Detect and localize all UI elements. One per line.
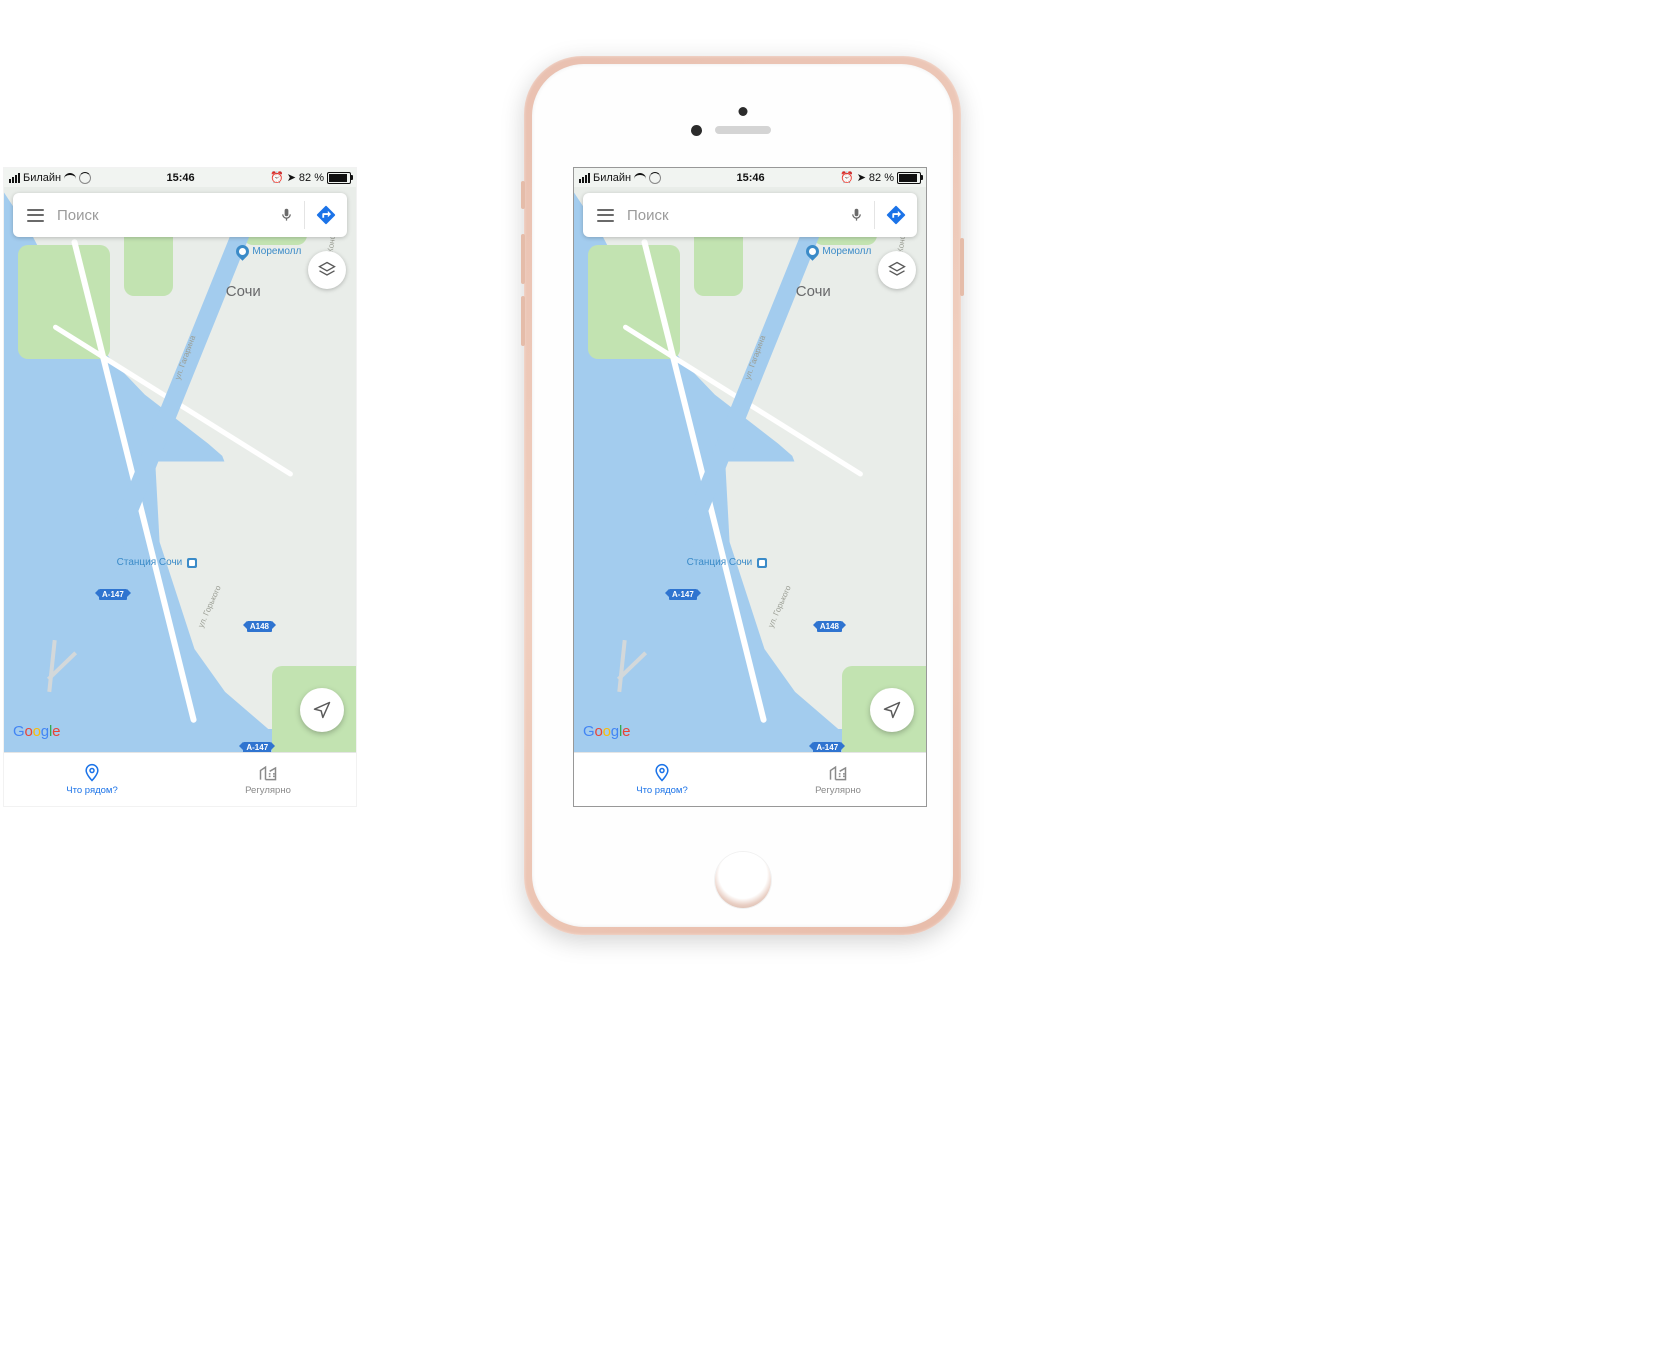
device-mockup: Сочи Моремолл Станция Сочи А-147 А148 А-…: [524, 56, 961, 935]
tab-commute-label: Регулярно: [245, 785, 291, 796]
road-shield-a147: А-147: [669, 589, 697, 600]
poi-mall-label: Моремолл: [822, 246, 871, 257]
device-camera: [738, 107, 747, 116]
tab-explore[interactable]: Что рядом?: [574, 753, 750, 806]
tab-explore-label: Что рядом?: [66, 785, 117, 796]
search-input[interactable]: Поиск: [627, 207, 838, 224]
wifi-icon: [634, 173, 646, 182]
device-screen: Сочи Моремолл Станция Сочи А-147 А148 А-…: [574, 168, 926, 806]
directions-button[interactable]: [875, 204, 917, 226]
my-location-button[interactable]: [870, 688, 914, 732]
mic-icon: [279, 205, 294, 225]
clock-label: 15:46: [736, 172, 764, 184]
layers-icon: [317, 260, 337, 280]
pin-icon: [82, 763, 102, 783]
poi-station[interactable]: Станция Сочи: [687, 557, 767, 568]
poi-mall[interactable]: Моремолл: [806, 245, 871, 258]
carrier-label: Билайн: [23, 172, 61, 184]
city-label: Сочи: [796, 283, 831, 300]
tab-explore[interactable]: Что рядом?: [4, 753, 180, 806]
carrier-label: Билайн: [593, 172, 631, 184]
google-logo: Google: [583, 723, 630, 740]
signal-icon: [9, 173, 20, 183]
clock-label: 15:46: [166, 172, 194, 184]
bottom-tabs: Что рядом? Регулярно: [4, 752, 356, 806]
poi-station-label: Станция Сочи: [117, 557, 183, 568]
alarm-icon: ⏰: [840, 171, 854, 184]
battery-label: 82 %: [869, 172, 894, 184]
tab-explore-label: Что рядом?: [636, 785, 687, 796]
alarm-icon: ⏰: [270, 171, 284, 184]
search-bar[interactable]: Поиск: [583, 193, 917, 237]
poi-station[interactable]: Станция Сочи: [117, 557, 197, 568]
bottom-tabs: Что рядом? Регулярно: [574, 752, 926, 806]
tab-commute-label: Регулярно: [815, 785, 861, 796]
search-bar[interactable]: Поиск: [13, 193, 347, 237]
home-button[interactable]: [715, 852, 771, 908]
google-logo: Google: [13, 723, 60, 740]
layers-button[interactable]: [308, 251, 346, 289]
poi-mall-label: Моремолл: [252, 246, 301, 257]
mic-icon: [849, 205, 864, 225]
signal-icon: [579, 173, 590, 183]
loading-icon: [79, 172, 91, 184]
city-label: Сочи: [226, 283, 261, 300]
pin-icon: [652, 763, 672, 783]
device-speaker: [715, 126, 771, 134]
voice-search-button[interactable]: [838, 205, 874, 225]
my-location-button[interactable]: [300, 688, 344, 732]
menu-button[interactable]: [13, 209, 57, 222]
loading-icon: [649, 172, 661, 184]
poi-station-label: Станция Сочи: [687, 557, 753, 568]
menu-button[interactable]: [583, 209, 627, 222]
directions-icon: [885, 204, 907, 226]
road-shield-a148: А148: [247, 621, 272, 632]
road-shield-a148: А148: [817, 621, 842, 632]
train-icon: [757, 558, 767, 568]
layers-button[interactable]: [878, 251, 916, 289]
status-bar: Билайн 15:46 ⏰➤82 %: [574, 168, 926, 187]
buildings-icon: [828, 763, 848, 783]
device-sensor: [691, 125, 702, 136]
tab-commute[interactable]: Регулярно: [180, 753, 356, 806]
directions-button[interactable]: [305, 204, 347, 226]
train-icon: [187, 558, 197, 568]
battery-icon: [327, 172, 351, 184]
status-bar: Билайн 15:46 ⏰➤82 %: [4, 168, 356, 187]
buildings-icon: [258, 763, 278, 783]
road-shield-a147: А-147: [99, 589, 127, 600]
poi-mall[interactable]: Моремолл: [236, 245, 301, 258]
location-arrow-icon: [882, 700, 902, 720]
layers-icon: [887, 260, 907, 280]
battery-label: 82 %: [299, 172, 324, 184]
battery-icon: [897, 172, 921, 184]
voice-search-button[interactable]: [268, 205, 304, 225]
location-arrow-icon: [312, 700, 332, 720]
tab-commute[interactable]: Регулярно: [750, 753, 926, 806]
location-services-icon: ➤: [857, 171, 866, 184]
screenshot-left: Сочи Моремолл Станция Сочи А-147 А148 А-…: [4, 168, 356, 806]
search-input[interactable]: Поиск: [57, 207, 268, 224]
wifi-icon: [64, 173, 76, 182]
location-services-icon: ➤: [287, 171, 296, 184]
directions-icon: [315, 204, 337, 226]
